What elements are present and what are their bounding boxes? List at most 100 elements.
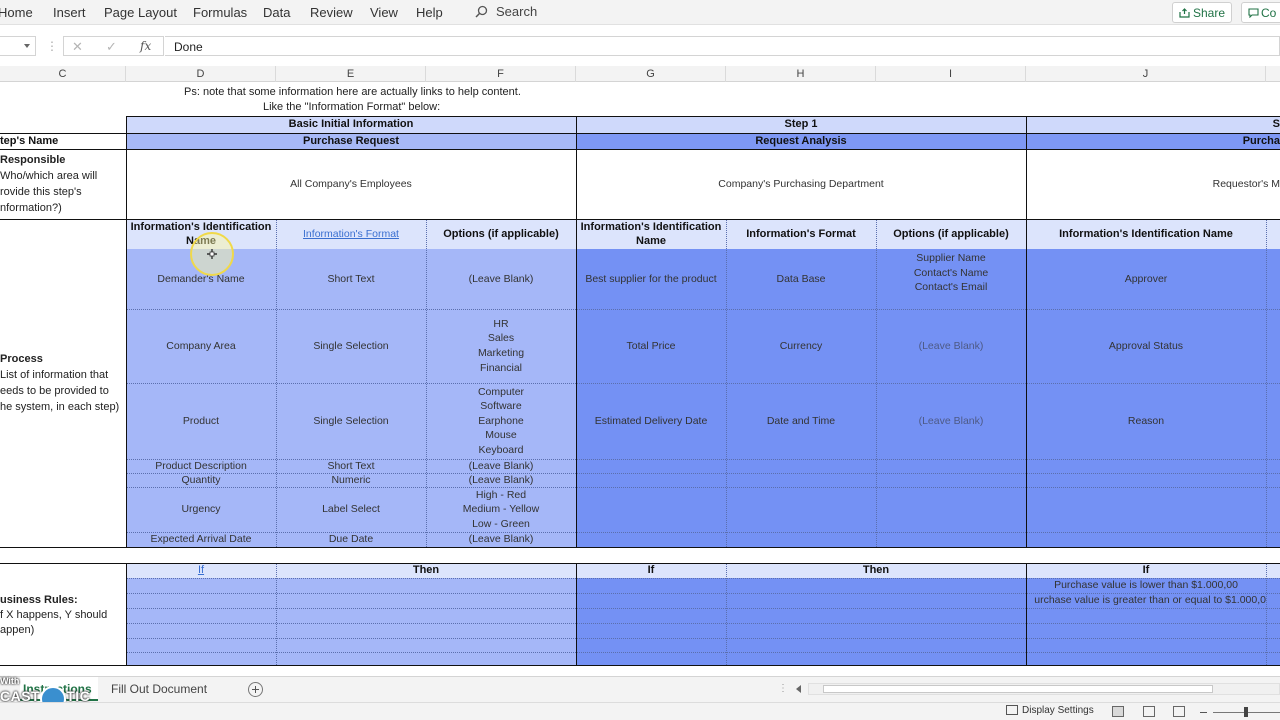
rules-step2-if-2[interactable]: urchase value is greater than or equal t… <box>1026 593 1266 608</box>
basic-row5-format[interactable]: Numeric <box>276 473 426 487</box>
more-icon[interactable]: ⋮ <box>46 39 58 53</box>
tab-home[interactable]: Home <box>0 5 33 20</box>
step-name-label[interactable]: tep's Name <box>0 133 126 149</box>
column-header-f[interactable]: F <box>426 66 576 82</box>
header-basic-info[interactable]: Basic Initial Information <box>126 116 576 133</box>
splitter-icon[interactable]: ⋮ <box>778 683 788 694</box>
process-header-k[interactable] <box>1266 219 1280 249</box>
basic-row2-options[interactable]: HR Sales Marketing Financial <box>426 309 576 383</box>
add-sheet-icon[interactable] <box>248 682 263 697</box>
tab-review[interactable]: Review <box>310 5 353 20</box>
basic-row2-name[interactable]: Company Area <box>126 309 276 383</box>
column-header-e[interactable]: E <box>276 66 426 82</box>
rules-if-step-2[interactable]: If <box>1026 563 1266 578</box>
basic-row5-name[interactable]: Quantity <box>126 473 276 487</box>
share-button[interactable]: Share <box>1172 2 1232 23</box>
page-break-view-icon[interactable] <box>1173 706 1185 717</box>
name-box[interactable] <box>0 36 36 56</box>
step2-row3-name[interactable]: Reason <box>1026 383 1266 459</box>
basic-row7-format[interactable]: Due Date <box>276 532 426 547</box>
search-box[interactable]: Search <box>475 4 537 19</box>
basic-row4-options[interactable]: (Leave Blank) <box>426 459 576 473</box>
rules-if-basic[interactable]: If <box>126 563 276 578</box>
column-header-i[interactable]: I <box>876 66 1026 82</box>
tab-page-layout[interactable]: Page Layout <box>104 5 177 20</box>
basic-row6-options[interactable]: High - Red Medium - Yellow Low - Green <box>426 487 576 532</box>
step-name-step-1[interactable]: Request Analysis <box>576 133 1026 149</box>
column-header-j[interactable]: J <box>1026 66 1266 82</box>
rules-step2-if-1[interactable]: Purchase value is lower than $1.000,00 <box>1026 578 1266 593</box>
step1-row2-format[interactable]: Currency <box>726 309 876 383</box>
horizontal-scrollbar[interactable]: ⋮ <box>778 683 1280 695</box>
column-header-g[interactable]: G <box>576 66 726 82</box>
responsible-step-1[interactable]: Company's Purchasing Department <box>576 149 1026 219</box>
process-header-format-h[interactable]: Information's Format <box>726 219 876 249</box>
rules-if-step-1[interactable]: If <box>576 563 726 578</box>
formula-input[interactable]: Done <box>165 36 1280 56</box>
basic-row5-options[interactable]: (Leave Blank) <box>426 473 576 487</box>
column-header-d[interactable]: D <box>126 66 276 82</box>
basic-row3-options[interactable]: Computer Software Earphone Mouse Keyboar… <box>426 383 576 459</box>
sheet-tab-fill-out-document[interactable]: Fill Out Document <box>111 677 207 701</box>
rules-then-basic[interactable]: Then <box>276 563 576 578</box>
rules-header-k[interactable] <box>1266 563 1280 578</box>
step-name-basic[interactable]: Purchase Request <box>126 133 576 149</box>
column-header-c[interactable]: C <box>0 66 126 82</box>
step1-row3-format[interactable]: Date and Time <box>726 383 876 459</box>
step1-row1-format[interactable]: Data Base <box>726 249 876 309</box>
basic-row3-format[interactable]: Single Selection <box>276 383 426 459</box>
step2-row2-name[interactable]: Approval Status <box>1026 309 1266 383</box>
basic-row7-name[interactable]: Expected Arrival Date <box>126 532 276 547</box>
step1-row2-name[interactable]: Total Price <box>576 309 726 383</box>
basic-row7-options[interactable]: (Leave Blank) <box>426 532 576 547</box>
zoom-out-icon[interactable] <box>1200 712 1207 713</box>
column-header-h[interactable]: H <box>726 66 876 82</box>
basic-row2-format[interactable]: Single Selection <box>276 309 426 383</box>
process-header-options-f[interactable]: Options (if applicable) <box>426 219 576 249</box>
basic-row3-name[interactable]: Product <box>126 383 276 459</box>
page-layout-view-icon[interactable] <box>1143 706 1155 717</box>
process-header-id-name-j[interactable]: Information's Identification Name <box>1026 219 1266 249</box>
basic-row6-name[interactable]: Urgency <box>126 487 276 532</box>
tab-data[interactable]: Data <box>263 5 290 20</box>
responsible-basic[interactable]: All Company's Employees <box>126 149 576 219</box>
enter-icon[interactable]: ✓ <box>106 39 117 55</box>
step1-row1-options[interactable]: Supplier Name Contact's Name Contact's E… <box>876 249 1026 309</box>
step1-row3-name[interactable]: Estimated Delivery Date <box>576 383 726 459</box>
basic-row4-name[interactable]: Product Description <box>126 459 276 473</box>
worksheet[interactable]: Ps: note that some information here are … <box>0 82 1280 674</box>
zoom-slider-thumb[interactable] <box>1244 707 1248 717</box>
step1-row1-name[interactable]: Best supplier for the product <box>576 249 726 309</box>
tab-formulas[interactable]: Formulas <box>193 5 247 20</box>
rules-if-link[interactable]: If <box>198 563 204 578</box>
basic-row6-format[interactable]: Label Select <box>276 487 426 532</box>
column-header-k[interactable] <box>1266 66 1280 82</box>
basic-row1-format[interactable]: Short Text <box>276 249 426 309</box>
responsible-step-2[interactable]: Requestor's M <box>1026 149 1280 219</box>
tab-insert[interactable]: Insert <box>53 5 86 20</box>
tab-help[interactable]: Help <box>416 5 443 20</box>
scroll-track[interactable] <box>808 683 1280 695</box>
step-name-step-2[interactable]: Purcha <box>1026 133 1280 149</box>
step1-row3-options[interactable]: (Leave Blank) <box>876 383 1026 459</box>
grid-line <box>126 638 1280 639</box>
scroll-left-icon[interactable] <box>796 685 801 693</box>
step1-row2-options[interactable]: (Leave Blank) <box>876 309 1026 383</box>
rules-then-step-1[interactable]: Then <box>726 563 1026 578</box>
basic-row1-options[interactable]: (Leave Blank) <box>426 249 576 309</box>
grid-line <box>126 608 1280 609</box>
normal-view-icon[interactable] <box>1112 706 1124 717</box>
process-header-format-link[interactable]: Information's Format <box>276 219 426 249</box>
header-step-2[interactable]: S <box>1026 116 1280 133</box>
header-step-1[interactable]: Step 1 <box>576 116 1026 133</box>
insert-function-icon[interactable]: fx <box>140 39 151 53</box>
cancel-icon[interactable]: ✕ <box>72 39 83 55</box>
tab-view[interactable]: View <box>370 5 398 20</box>
display-settings-button[interactable]: Display Settings <box>1006 705 1094 716</box>
process-header-options-i[interactable]: Options (if applicable) <box>876 219 1026 249</box>
scroll-thumb[interactable] <box>823 685 1213 693</box>
step2-row1-name[interactable]: Approver <box>1026 249 1266 309</box>
basic-row4-format[interactable]: Short Text <box>276 459 426 473</box>
process-header-id-name-g[interactable]: Information's Identification Name <box>576 219 726 249</box>
comments-button[interactable]: Co <box>1241 2 1280 23</box>
